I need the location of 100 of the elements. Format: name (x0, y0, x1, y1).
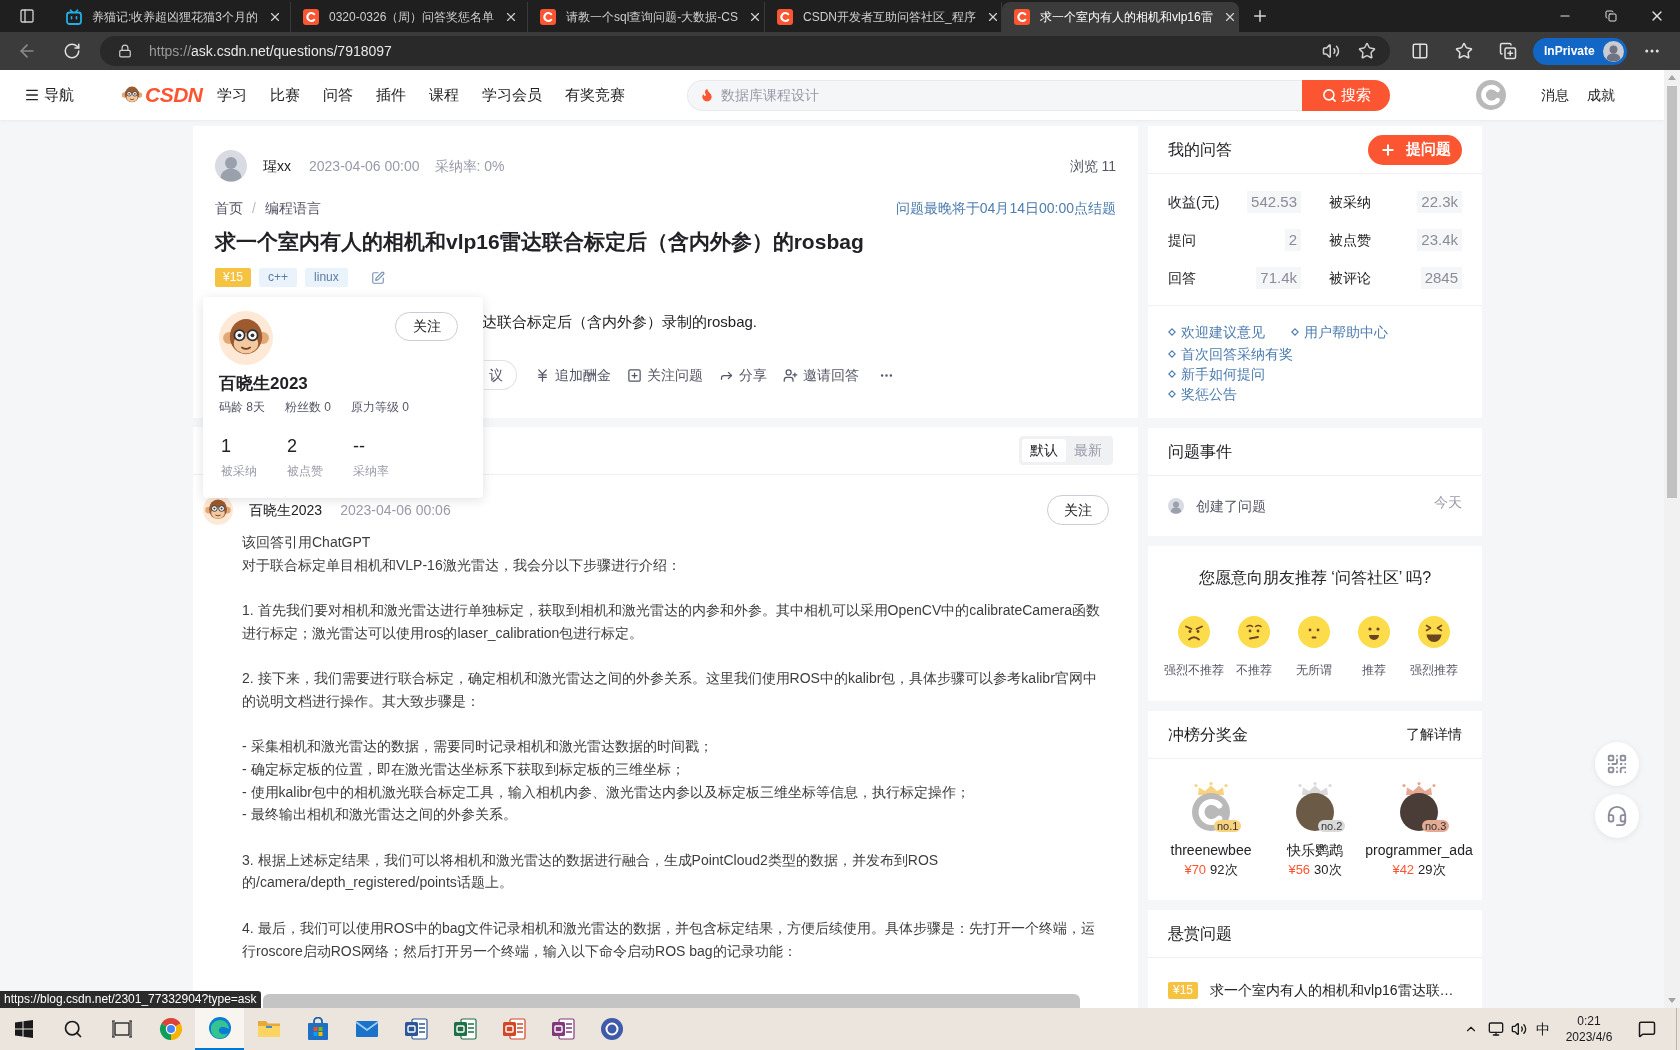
nav-link[interactable]: 比赛 (270, 83, 300, 107)
taskbar-app-button[interactable] (195, 1008, 244, 1050)
notification-icon[interactable] (1638, 1020, 1656, 1038)
nav-link[interactable]: 消息 (1541, 84, 1569, 106)
help-link[interactable]: 用户帮助中心 (1291, 321, 1388, 343)
close-icon[interactable] (268, 10, 282, 24)
close-icon[interactable] (748, 10, 762, 24)
survey-question: 您愿意向朋友推荐 ‘问答社区’ 吗? (1198, 568, 1432, 588)
help-link[interactable]: 新手如何提问 (1168, 363, 1265, 385)
document-tile-icon[interactable] (403, 1017, 428, 1041)
address-field[interactable]: https://ask.csdn.net/questions/7918097 (100, 36, 1390, 66)
laugh-face-icon[interactable] (1418, 616, 1450, 648)
post-date: 2023-04-06 00:00 (309, 156, 420, 176)
search-field[interactable]: 数据库课程设计 (687, 79, 1302, 111)
author-avatar[interactable] (215, 150, 247, 182)
details-link[interactable]: 了解详情 (1406, 724, 1462, 745)
navigation-menu-button[interactable]: 导航 (24, 83, 84, 107)
star-icon[interactable] (1455, 42, 1473, 60)
user-meta: 原力等级 0 (351, 400, 409, 414)
unhappy-face-icon[interactable] (1238, 616, 1270, 648)
nav-link[interactable]: 插件 (376, 83, 406, 107)
qr-code-button[interactable] (1595, 742, 1639, 786)
help-link[interactable]: 欢迎建议意见 (1168, 321, 1265, 343)
network-icon[interactable] (1488, 1021, 1504, 1037)
crown-icon (1402, 782, 1436, 795)
stat-value: 23.4k (1417, 229, 1462, 251)
tricolor-circle-icon[interactable] (158, 1017, 183, 1041)
section-title: 问题事件 (1168, 441, 1232, 462)
stat-value: 22.3k (1417, 191, 1462, 213)
search-icon (1321, 87, 1337, 103)
leader-name[interactable]: programmer_ada (1365, 840, 1473, 860)
square-logo-icon (1014, 9, 1030, 25)
add-reward-button[interactable]: 追加酬金 (535, 364, 611, 386)
follow-question-button[interactable]: 关注问题 (627, 364, 703, 386)
answerer-name[interactable]: 百晓生2023 (249, 499, 323, 521)
leader-name[interactable]: threenewbee (1170, 840, 1252, 860)
support-button[interactable] (1595, 794, 1639, 838)
spreadsheet-tile-icon[interactable] (452, 1017, 477, 1041)
slides-tile-icon[interactable] (501, 1017, 526, 1041)
search-icon[interactable] (62, 1019, 83, 1039)
menu-icon (24, 87, 40, 103)
share-button[interactable]: 分享 (719, 364, 767, 386)
stat-label: 被点赞 (287, 463, 323, 479)
swirl-circle-icon[interactable] (207, 1016, 232, 1040)
task-view-icon[interactable] (111, 1020, 132, 1038)
refresh-icon[interactable] (63, 42, 81, 60)
nav-link[interactable]: 学习会员 (482, 83, 542, 107)
diamond-icon (1168, 328, 1176, 336)
nav-link[interactable]: 问答 (323, 83, 353, 107)
nav-link[interactable]: 课程 (429, 83, 459, 107)
breadcrumb-link[interactable]: 编程语言 (264, 197, 321, 219)
smile-face-icon[interactable] (1358, 616, 1390, 648)
start-icon[interactable] (15, 1020, 33, 1038)
diamond-icon (1168, 390, 1176, 398)
tab-actions-icon[interactable] (19, 8, 35, 24)
profile-avatar (1603, 40, 1624, 62)
answer-paragraph: 1. 首先我们要对相机和激光雷达进行单独标定，获取到相机和激光雷达的内参和外参。其中相机可以采用OpenCV中的calibrateCamera函数进行标定；激光雷达可以使用ros的laser_calibration包进行标定。 (242, 601, 1100, 643)
nav-link[interactable]: 学习 (217, 83, 247, 107)
invite-answer-button[interactable]: 邀请回答 (783, 364, 859, 386)
breadcrumb-link[interactable]: 首页 (215, 197, 243, 219)
split-screen-icon[interactable] (1411, 42, 1429, 60)
help-link[interactable]: 奖惩公告 (1168, 383, 1237, 405)
plus-icon (1379, 141, 1396, 158)
scrollbar-thumb[interactable] (1667, 86, 1677, 498)
circle-app-icon[interactable] (599, 1017, 624, 1041)
stacked-squares-icon[interactable] (1499, 42, 1517, 60)
restore-icon[interactable] (1605, 10, 1617, 22)
stat-label: 被点赞 (1329, 230, 1371, 250)
crown-icon (1298, 782, 1332, 795)
angry-face-icon[interactable] (1178, 616, 1210, 648)
tag[interactable]: linux (305, 268, 348, 287)
rating-label: 无所谓 (1296, 662, 1332, 678)
help-link[interactable]: 首次回答采纳有奖 (1168, 343, 1293, 365)
nav-link[interactable]: 有奖竞赛 (565, 83, 625, 107)
event-time: 今天 (1434, 492, 1462, 512)
notebook-tile-icon[interactable] (550, 1017, 575, 1041)
answer-paragraph: 该回答引用ChatGPT (242, 533, 372, 552)
answer-paragraph: - 采集相机和激光雷达的数据，需要同时记录相机和激光雷达数据的时间戳； (242, 737, 714, 757)
browser-tab[interactable]: 求一个室内有人的相机和vlp16雷 (1002, 2, 1239, 32)
speaker-icon[interactable] (1322, 42, 1340, 60)
shopping-bag-icon[interactable] (305, 1017, 330, 1041)
reward-amount: ¥56 (1288, 861, 1311, 879)
accept-rate: 采纳率: 0% (434, 156, 505, 176)
bounty-question-link[interactable]: 求一个室内有人的相机和vlp16雷达联… (1210, 980, 1454, 1000)
tag[interactable]: c++ (259, 268, 298, 287)
new-tab-icon[interactable] (1251, 7, 1269, 25)
bounty-badge: ¥15 (215, 268, 252, 287)
sort-tab[interactable]: 默认 (1022, 439, 1066, 462)
view-count: 浏览 11 (1069, 156, 1116, 176)
star-icon[interactable] (1358, 42, 1376, 60)
edit-icon[interactable] (370, 270, 385, 285)
profile-button[interactable]: InPrivate (1533, 37, 1627, 65)
input-method-indicator[interactable]: 中 (1536, 1018, 1550, 1040)
qr-code-icon (1606, 753, 1628, 775)
author-name[interactable]: 瑆xx (263, 155, 291, 177)
rating-label: 强烈推荐 (1410, 662, 1458, 678)
clock[interactable]: 0:21 2023/4/6 (1558, 1013, 1620, 1045)
leader-name[interactable]: 快乐鹦鹉 (1287, 840, 1343, 860)
nav-link[interactable]: 成就 (1587, 84, 1615, 106)
speaker-icon[interactable] (1511, 1021, 1527, 1037)
